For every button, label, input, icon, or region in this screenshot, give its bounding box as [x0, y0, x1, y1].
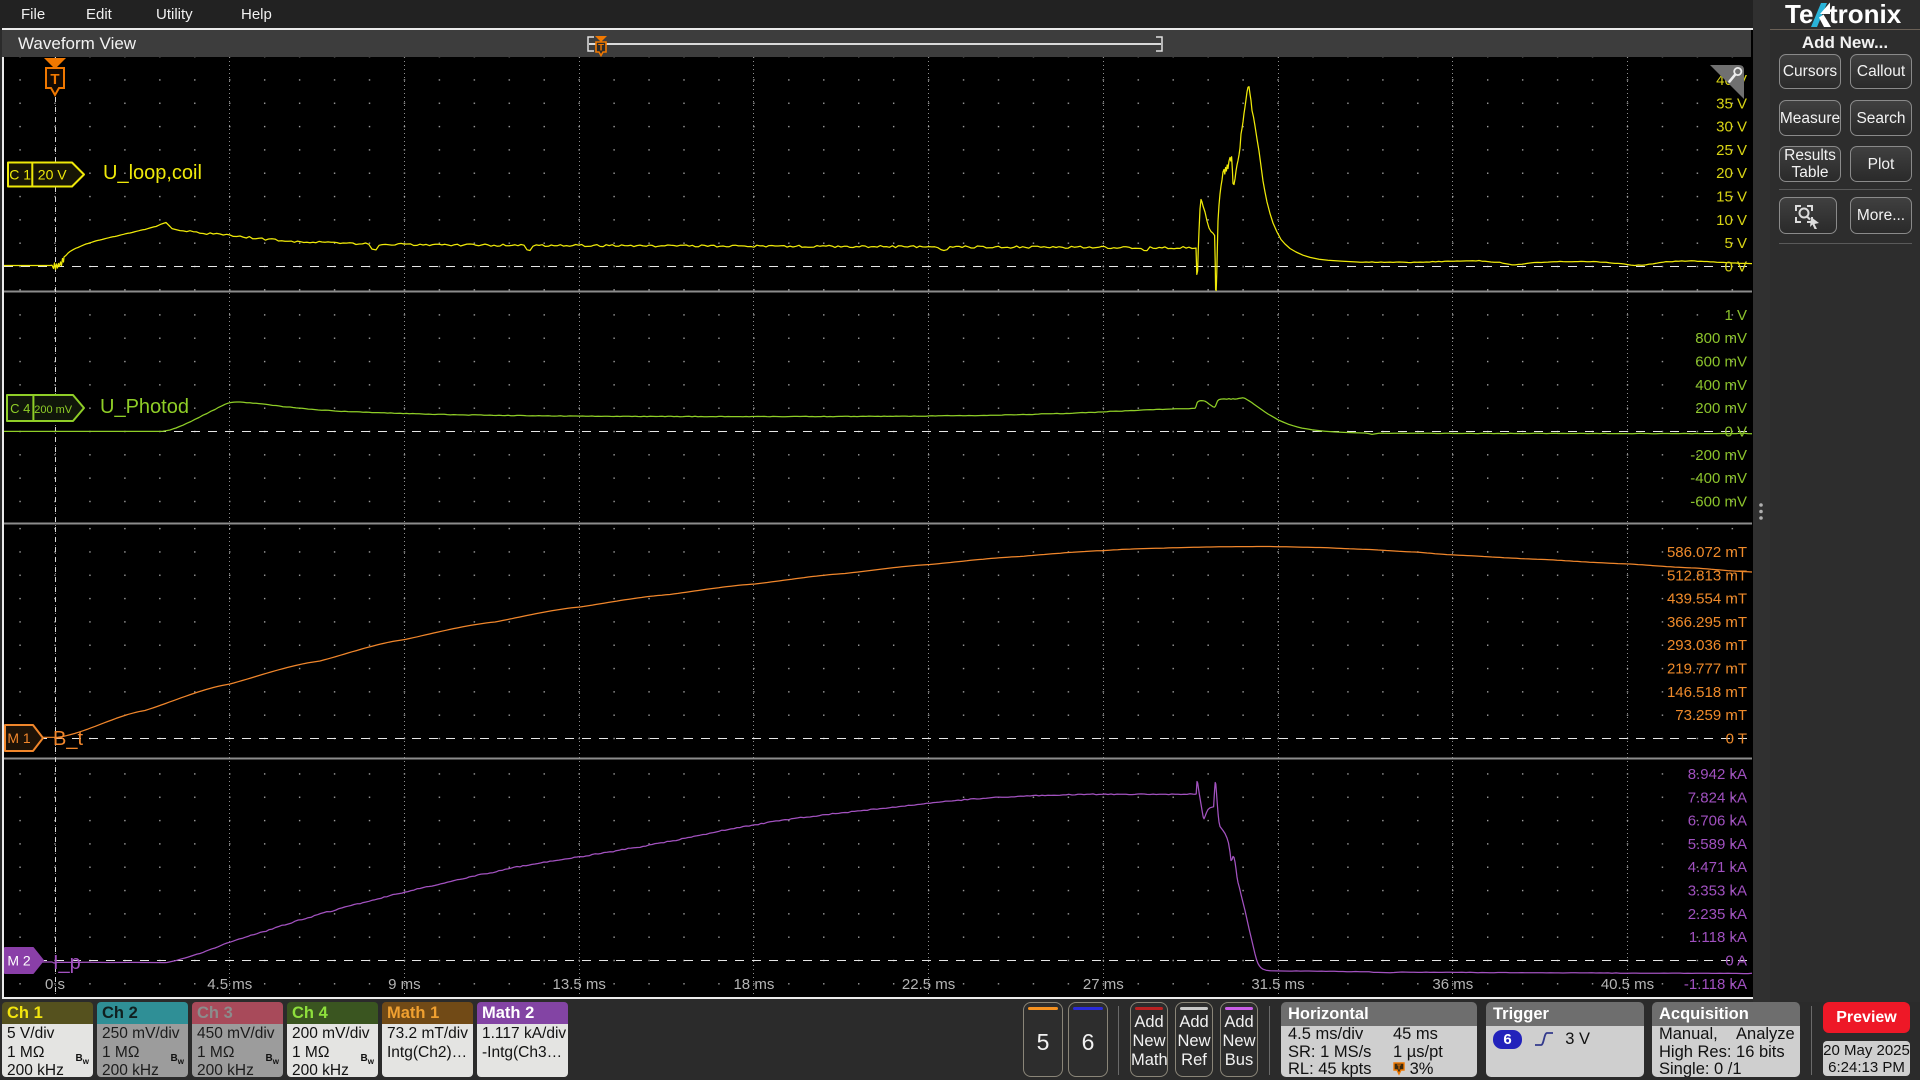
svg-text:C 4: C 4: [10, 401, 30, 416]
svg-text:0 V: 0 V: [1724, 424, 1747, 441]
svg-text:1 V: 1 V: [1724, 307, 1747, 324]
svg-text:512.813 mT: 512.813 mT: [1667, 567, 1747, 584]
svg-text:293.036 mT: 293.036 mT: [1667, 637, 1747, 654]
svg-text:13.5 ms: 13.5 ms: [553, 976, 606, 993]
svg-text:-200 mV: -200 mV: [1690, 447, 1747, 464]
svg-text:10 V: 10 V: [1716, 212, 1747, 229]
svg-text:200 mV: 200 mV: [34, 404, 73, 416]
svg-text:1.118 kA: 1.118 kA: [1689, 929, 1747, 946]
svg-text:40.5 ms: 40.5 ms: [1601, 976, 1654, 993]
svg-text:0 V: 0 V: [1724, 259, 1747, 276]
svg-text:0 A: 0 A: [1725, 953, 1747, 970]
svg-text:I_p: I_p: [53, 952, 81, 974]
svg-text:600 mV: 600 mV: [1695, 354, 1747, 371]
svg-text:20 V: 20 V: [1716, 165, 1747, 182]
svg-text:800 mV: 800 mV: [1695, 330, 1747, 347]
svg-text:M 2: M 2: [7, 953, 31, 969]
svg-text:Te: Te: [1785, 0, 1813, 29]
svg-text:-600 mV: -600 mV: [1690, 494, 1747, 511]
svg-text:2.235 kA: 2.235 kA: [1688, 906, 1747, 923]
svg-text:T: T: [1397, 1065, 1402, 1072]
svg-text:219.777 mT: 219.777 mT: [1667, 661, 1747, 678]
svg-text:4.5 ms: 4.5 ms: [207, 976, 252, 993]
svg-text:6.706 kA: 6.706 kA: [1688, 813, 1747, 830]
svg-text:15 V: 15 V: [1716, 189, 1747, 206]
svg-text:36 ms: 36 ms: [1432, 976, 1473, 993]
svg-text:T: T: [50, 71, 59, 88]
svg-text:M 1: M 1: [7, 730, 31, 746]
svg-text:3.353 kA: 3.353 kA: [1688, 883, 1747, 900]
svg-text:439.554 mT: 439.554 mT: [1667, 591, 1747, 608]
svg-text:5 V: 5 V: [1724, 235, 1747, 252]
svg-text:586.072 mT: 586.072 mT: [1667, 544, 1747, 561]
svg-text:31.5 ms: 31.5 ms: [1251, 976, 1304, 993]
svg-text:0 s: 0 s: [45, 976, 65, 993]
svg-text:7.824 kA: 7.824 kA: [1688, 789, 1747, 806]
svg-text:22.5 ms: 22.5 ms: [902, 976, 955, 993]
svg-text:366.295 mT: 366.295 mT: [1667, 614, 1747, 631]
svg-text:5.589 kA: 5.589 kA: [1688, 836, 1747, 853]
svg-text:18 ms: 18 ms: [733, 976, 774, 993]
svg-text:B_t: B_t: [53, 728, 83, 750]
svg-text:8.942 kA: 8.942 kA: [1688, 766, 1747, 783]
svg-text:30 V: 30 V: [1716, 119, 1747, 136]
svg-text:0 T: 0 T: [1726, 731, 1747, 748]
svg-text:35 V: 35 V: [1716, 95, 1747, 112]
svg-text:C 1: C 1: [9, 167, 31, 183]
svg-text:U_loop,coil: U_loop,coil: [103, 162, 202, 184]
svg-text:U_Photod: U_Photod: [100, 396, 189, 418]
svg-text:-1.118 kA: -1.118 kA: [1684, 976, 1747, 993]
svg-text:400 mV: 400 mV: [1695, 377, 1747, 394]
svg-text:146.518 mT: 146.518 mT: [1667, 684, 1747, 701]
svg-text:27 ms: 27 ms: [1083, 976, 1124, 993]
svg-text:T: T: [598, 43, 604, 54]
svg-text:-400 mV: -400 mV: [1690, 470, 1747, 487]
svg-text:200 mV: 200 mV: [1695, 400, 1747, 417]
svg-text:4.471 kA: 4.471 kA: [1688, 859, 1747, 876]
svg-text:25 V: 25 V: [1716, 142, 1747, 159]
svg-text:9 ms: 9 ms: [388, 976, 421, 993]
svg-text:tronix: tronix: [1829, 0, 1902, 29]
svg-text:73.259 mT: 73.259 mT: [1675, 707, 1747, 724]
svg-text:20 V: 20 V: [38, 167, 67, 183]
